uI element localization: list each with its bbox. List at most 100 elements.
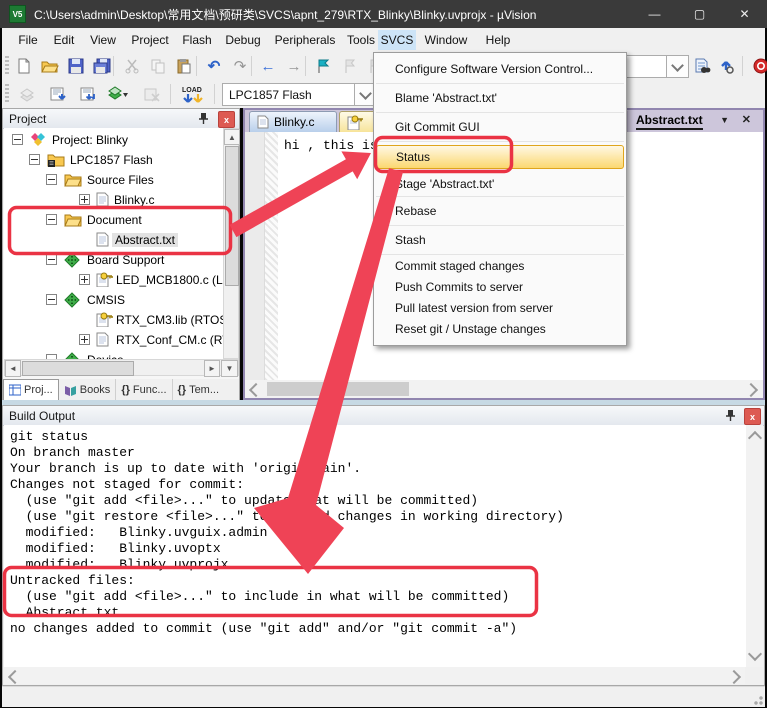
menu-item-stage[interactable]: Stage 'Abstract.txt' (374, 172, 626, 196)
tree-item-rtx-conf-cm-c[interactable]: RTX_Conf_CM.c (RTO (4, 330, 223, 350)
menu-item-blame[interactable]: Blame 'Abstract.txt' (374, 84, 626, 112)
menu-item-rebase[interactable]: Rebase (374, 197, 626, 225)
scroll-left-chevron[interactable] (249, 383, 263, 397)
tab-templates[interactable]: {} Tem... (173, 379, 225, 400)
open-folder-button[interactable] (40, 56, 60, 76)
bookmark-prev-button[interactable] (339, 56, 359, 76)
navigate-back-button[interactable]: ← (258, 56, 278, 76)
download-to-flash-button[interactable]: LOAD (180, 84, 206, 104)
scroll-right-chevron[interactable] (744, 383, 758, 397)
tab-project[interactable]: Proj... (3, 379, 59, 400)
scroll-right-button[interactable]: ► (204, 360, 220, 377)
save-all-button[interactable] (92, 56, 112, 76)
find-in-files-button[interactable] (692, 56, 712, 76)
tab-list-dropdown-icon[interactable]: ▼ (720, 115, 729, 125)
tree-item-led-mcb1800-c[interactable]: LED_MCB1800.c (LED (4, 270, 223, 290)
collapse-icon[interactable] (46, 294, 57, 305)
menu-item-commit-staged[interactable]: Commit staged changes (374, 255, 626, 276)
close-button[interactable]: ✕ (722, 0, 767, 28)
debug-session-icon[interactable] (750, 56, 767, 76)
translate-button[interactable] (18, 84, 38, 104)
editor-hscrollbar[interactable] (245, 380, 763, 398)
menu-edit[interactable]: Edit (46, 30, 82, 50)
menu-svcs[interactable]: SVCS (378, 30, 416, 50)
tree-item-blinky-c[interactable]: Blinky.c (4, 190, 223, 210)
menu-debug[interactable]: Debug (218, 30, 268, 50)
menu-window[interactable]: Window (418, 30, 474, 50)
scrollbar-thumb[interactable] (267, 382, 409, 396)
scroll-down-chevron[interactable] (748, 647, 762, 661)
undo-button[interactable]: ↶ (204, 56, 224, 76)
build-button[interactable] (48, 84, 68, 104)
collapse-icon[interactable] (29, 154, 40, 165)
tree-item-device[interactable]: Device (4, 350, 223, 359)
build-output-console[interactable]: git status On branch master Your branch … (4, 425, 747, 667)
collapse-icon[interactable] (46, 214, 57, 225)
menu-item-stash[interactable]: Stash (374, 226, 626, 254)
expand-icon[interactable] (79, 274, 90, 285)
project-tree-vscrollbar[interactable]: ▲ (223, 128, 239, 359)
find-combo-dropdown[interactable] (666, 55, 689, 78)
save-button[interactable] (66, 56, 86, 76)
redo-button[interactable]: ↷ (230, 56, 250, 76)
collapse-icon[interactable] (46, 174, 57, 185)
navigate-forward-button[interactable]: → (284, 56, 304, 76)
collapse-icon[interactable] (12, 134, 23, 145)
menu-peripherals[interactable]: Peripherals (268, 30, 342, 50)
bookmark-toggle-button[interactable] (313, 56, 333, 76)
tree-item-lpc1857-flash[interactable]: LPC1857 Flash (4, 150, 223, 170)
tree-item-cmsis[interactable]: CMSIS (4, 290, 223, 310)
scroll-right-chevron[interactable] (727, 670, 741, 684)
stop-build-button[interactable] (142, 84, 162, 104)
tab-abstract-txt[interactable]: Abstract.txt (627, 111, 711, 132)
scrollbar-thumb[interactable] (22, 361, 134, 376)
menu-help[interactable]: Help (478, 30, 518, 50)
tab-functions[interactable]: {} Func... (116, 379, 172, 400)
scroll-left-chevron[interactable] (8, 670, 22, 684)
menu-item-status[interactable]: Status (376, 145, 624, 169)
tab-books[interactable]: Books (59, 379, 117, 400)
pin-icon[interactable] (198, 112, 209, 128)
menu-item-pull-latest[interactable]: Pull latest version from server (374, 297, 626, 318)
tree-item-document[interactable]: Document (4, 210, 223, 230)
project-tree-hscrollbar[interactable]: ◄ ► ▼ (4, 359, 239, 376)
tree-item-abstract-txt[interactable]: Abstract.txt (4, 230, 223, 250)
collapse-icon[interactable] (46, 254, 57, 265)
tree-item-source-files[interactable]: Source Files (4, 170, 223, 190)
paste-button[interactable] (174, 56, 194, 76)
scroll-up-chevron[interactable] (748, 431, 762, 445)
rebuild-button[interactable] (78, 84, 98, 104)
scroll-left-button[interactable]: ◄ (5, 360, 21, 377)
build-output-vscrollbar[interactable] (746, 425, 763, 667)
maximize-button[interactable]: ▢ (677, 0, 722, 28)
build-output-hscrollbar[interactable] (4, 667, 745, 684)
menu-item-push-commits[interactable]: Push Commits to server (374, 276, 626, 297)
menu-project[interactable]: Project (124, 30, 176, 50)
batch-build-button[interactable] (108, 84, 128, 104)
build-output-close-button[interactable]: x (744, 408, 761, 425)
copy-button[interactable] (148, 56, 168, 76)
tree-item-board-support[interactable]: Board Support (4, 250, 223, 270)
menu-item-reset-unstage[interactable]: Reset git / Unstage changes (374, 318, 626, 339)
scroll-down-button[interactable]: ▼ (221, 360, 238, 377)
target-select-combo[interactable]: LPC1857 Flash (222, 83, 362, 106)
minimize-button[interactable]: — (632, 0, 677, 28)
tab-blinky-c[interactable]: Blinky.c (249, 111, 337, 132)
menu-tools[interactable]: Tools (342, 30, 380, 50)
resize-grip[interactable] (751, 693, 763, 705)
menu-item-configure-svc[interactable]: Configure Software Version Control... (374, 55, 626, 83)
menu-item-git-commit-gui[interactable]: Git Commit GUI (374, 113, 626, 141)
scroll-up-button[interactable]: ▲ (224, 129, 240, 145)
project-panel-close-button[interactable]: x (218, 111, 235, 128)
scrollbar-thumb[interactable] (225, 146, 239, 286)
menu-file[interactable]: File (10, 30, 46, 50)
cut-button[interactable] (122, 56, 142, 76)
expand-icon[interactable] (79, 194, 90, 205)
tree-item-rtx-cm3-lib[interactable]: RTX_CM3.lib (RTOS:K (4, 310, 223, 330)
new-file-button[interactable] (14, 56, 34, 76)
pin-icon[interactable] (725, 409, 736, 425)
menu-flash[interactable]: Flash (176, 30, 218, 50)
menu-view[interactable]: View (82, 30, 124, 50)
tab-close-icon[interactable]: ✕ (742, 113, 751, 126)
expand-icon[interactable] (79, 334, 90, 345)
